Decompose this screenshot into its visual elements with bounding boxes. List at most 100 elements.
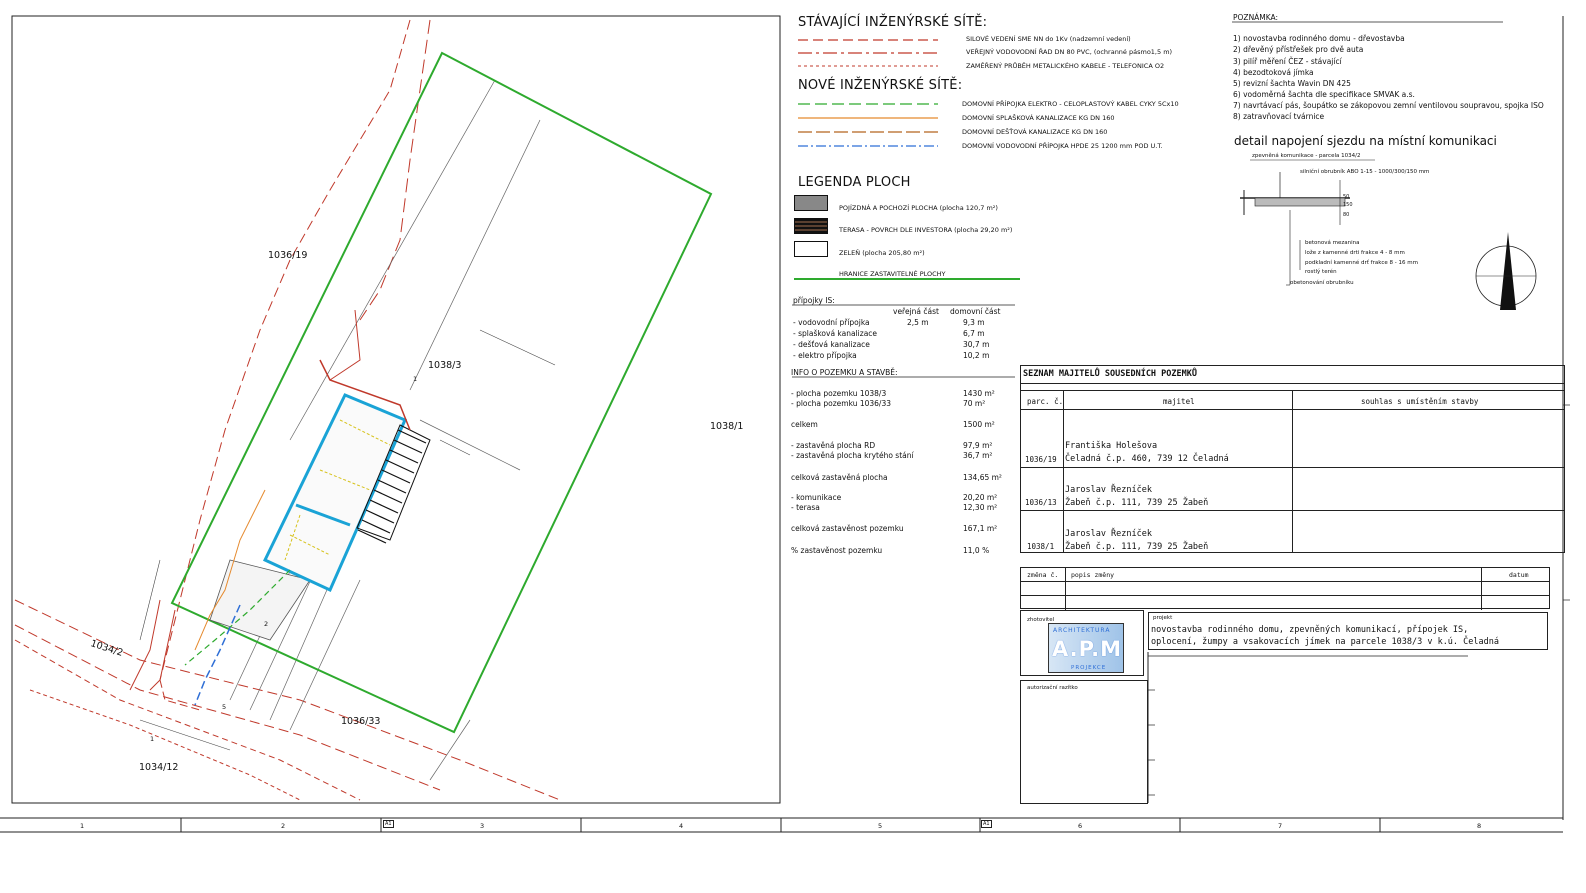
connection-private: 10,2 m	[963, 351, 990, 360]
legend-boundary-label: HRANICE ZASTAVITELNÉ PLOCHY	[839, 270, 946, 278]
connections-col-private: domovní část	[950, 307, 1001, 316]
info-name: - komunikace	[791, 493, 842, 502]
info-name: - plocha pozemku 1038/3	[791, 389, 887, 398]
notes-title: POZNÁMKA:	[1233, 13, 1279, 22]
swatch-green	[794, 241, 828, 257]
owner-name: Františka Holešova	[1065, 441, 1158, 451]
note-item: 3) pilíř měření ČEZ - stávající	[1233, 57, 1342, 66]
ruler-label: 6	[1078, 822, 1083, 830]
plan-mark-1: 1	[413, 375, 418, 383]
detail-dim: 50	[1343, 194, 1350, 200]
changes-col-date: datum	[1509, 571, 1529, 579]
info-value: 11,0 %	[963, 546, 990, 555]
note-item: 1) novostavba rodinného domu - dřevostav…	[1233, 34, 1405, 43]
apm-logo: ARCHITEKTURA A.P.M PROJEKCE	[1048, 623, 1124, 673]
connection-name: - elektro přípojka	[793, 351, 857, 360]
info-value: 20,20 m²	[963, 493, 998, 502]
detail-layer: obetonování obrubníku	[1290, 280, 1354, 286]
detail-title: detail napojení sjezdu na místní komunik…	[1234, 134, 1497, 148]
connection-private: 9,3 m	[963, 318, 985, 327]
plan-mark-2: 2	[264, 620, 269, 628]
house-outline	[262, 393, 407, 593]
detail-layer: rostlý terén	[1305, 269, 1337, 275]
info-name: celková zastavěná plocha	[791, 473, 888, 482]
info-value: 70 m²	[963, 399, 986, 408]
note-item: 6) vodoměrná šachta dle specifikace SMVA…	[1233, 90, 1415, 99]
stamp-label: autorizační razítko	[1027, 685, 1078, 691]
legend-area-3: ZELEŇ (plocha 205,80 m²)	[839, 249, 925, 257]
changes-col-desc: popis změny	[1071, 571, 1115, 579]
owner-address: Žabeň č.p. 111, 739 25 Žabeň	[1065, 498, 1209, 508]
author-box: zhotovitel ARCHITEKTURA A.P.M PROJEKCE	[1020, 610, 1144, 676]
logo-main: A.P.M	[1052, 637, 1123, 661]
owners-title: SEZNAM MAJITELŮ SOUSEDNÍCH POZEMKŮ	[1023, 369, 1197, 379]
info-name: - plocha pozemku 1036/33	[791, 399, 891, 408]
info-value: 1430 m²	[963, 389, 995, 398]
ruler-label: 2	[281, 822, 286, 830]
road-connections	[129, 599, 176, 691]
legend-existing-1: SILOVÉ VEDENÍ SME NN do 1Kv (nadzemní ve…	[966, 35, 1131, 43]
note-item: 5) revizní šachta Wavin DN 425	[1233, 79, 1351, 88]
info-value: 167,1 m²	[963, 524, 998, 533]
ruler-label: 1	[80, 822, 85, 830]
detail-curb: silniční obrubník ABO 1-15 - 1000/300/15…	[1300, 169, 1430, 175]
legend-new-title: NOVÉ INŽENÝRSKÉ SÍTĚ:	[798, 78, 963, 93]
drain-path-2	[329, 309, 361, 381]
swatch-terrace	[794, 218, 828, 234]
info-title: INFO O POZEMKU A STAVBĚ:	[791, 368, 898, 377]
owners-header-consent: souhlas s umístěním stavby	[1361, 397, 1479, 406]
note-item: 8) zatravňovací tvárnice	[1233, 112, 1325, 121]
legend-existing-2: VEŘEJNÝ VODOVODNÍ ŘAD DN 80 PVC, (ochran…	[966, 48, 1173, 56]
legend-existing-title: STÁVAJÍCÍ INŽENÝRSKÉ SÍTĚ:	[798, 15, 988, 30]
info-name: - terasa	[791, 503, 820, 512]
owner-name: Jaroslav Řezníček	[1065, 529, 1152, 539]
info-name: celkem	[791, 420, 818, 429]
stamp-box: autorizační razítko	[1020, 680, 1148, 804]
info-name: - zastavěná plocha RD	[791, 441, 876, 450]
note-item: 2) dřevěný přístřešek pro dvě auta	[1233, 45, 1364, 54]
parcel-label-1038-3: 1038/3	[428, 360, 462, 371]
info-name: celková zastavěnost pozemku	[791, 524, 904, 533]
info-value: 36,7 m²	[963, 451, 993, 460]
owner-parcel: 1036/19	[1025, 455, 1057, 464]
project-label: projekt	[1153, 615, 1173, 621]
logo-top: ARCHITEKTURA	[1053, 627, 1111, 634]
detail-dim: 80	[1343, 212, 1350, 218]
connection-private: 30,7 m	[963, 340, 990, 349]
info-value: 1500 m²	[963, 420, 995, 429]
project-box: projekt novostavba rodinného domu, zpevn…	[1148, 612, 1548, 650]
info-value: 97,9 m²	[963, 441, 993, 450]
changes-table: změna č. popis změny datum	[1020, 567, 1550, 610]
connection-private: 6,7 m	[963, 329, 985, 338]
connections-title: přípojky IS:	[793, 296, 835, 305]
connection-name: - splašková kanalizace	[793, 329, 878, 338]
owners-header-parcel: parc. č.	[1027, 397, 1064, 406]
detail-layer: betonová mezanina	[1305, 240, 1360, 246]
detail-layer: podkladní kamenné drť frakce 8 - 16 mm	[1305, 260, 1418, 266]
ruler-label: 7	[1278, 822, 1283, 830]
legend-areas-title: LEGENDA PLOCH	[798, 175, 911, 190]
legend-new-1: DOMOVNÍ PŘÍPOJKA ELEKTRO - CELOPLASTOVÝ …	[962, 100, 1179, 108]
detail-layer: lože z kamenné drti frakce 4 - 8 mm	[1305, 250, 1405, 256]
logo-bottom: PROJEKCE	[1071, 665, 1107, 671]
site-plan-drawing	[11, 15, 781, 804]
site-plan: 1036/19 1038/3 1038/1 1034/2 1036/33 103…	[0, 0, 790, 810]
legend-new-4: DOMOVNÍ VODOVODNÍ PŘÍPOJKA HPDE 25 1200 …	[962, 142, 1163, 150]
plan-frame	[11, 15, 781, 804]
info-name: % zastavěnost pozemku	[791, 546, 883, 555]
owner-parcel: 1038/1	[1027, 542, 1055, 551]
plan-mark-1b: 1	[150, 735, 155, 743]
legend-area-1: POJÍZDNÁ A POCHOZÍ PLOCHA (plocha 120,7 …	[839, 204, 998, 212]
parcel-label-1036-33: 1036/33	[341, 716, 381, 727]
ruler-label: 8	[1477, 822, 1482, 830]
plan-mark-5: 5	[222, 703, 227, 711]
owners-table: SEZNAM MAJITELŮ SOUSEDNÍCH POZEMKŮ parc.…	[1020, 365, 1565, 553]
ruler-label: 4	[679, 822, 684, 830]
ruler-label: 5	[878, 822, 883, 830]
connections-col-public: veřejná část	[893, 307, 939, 316]
owner-address: Čeladná č.p. 460, 739 12 Čeladná	[1065, 454, 1229, 464]
changes-col-change: změna č.	[1027, 571, 1059, 579]
note-item: 4) bezodtoková jímka	[1233, 68, 1314, 77]
connection-name: - vodovodní přípojka	[793, 318, 870, 327]
detail-dim: 150	[1343, 202, 1353, 208]
